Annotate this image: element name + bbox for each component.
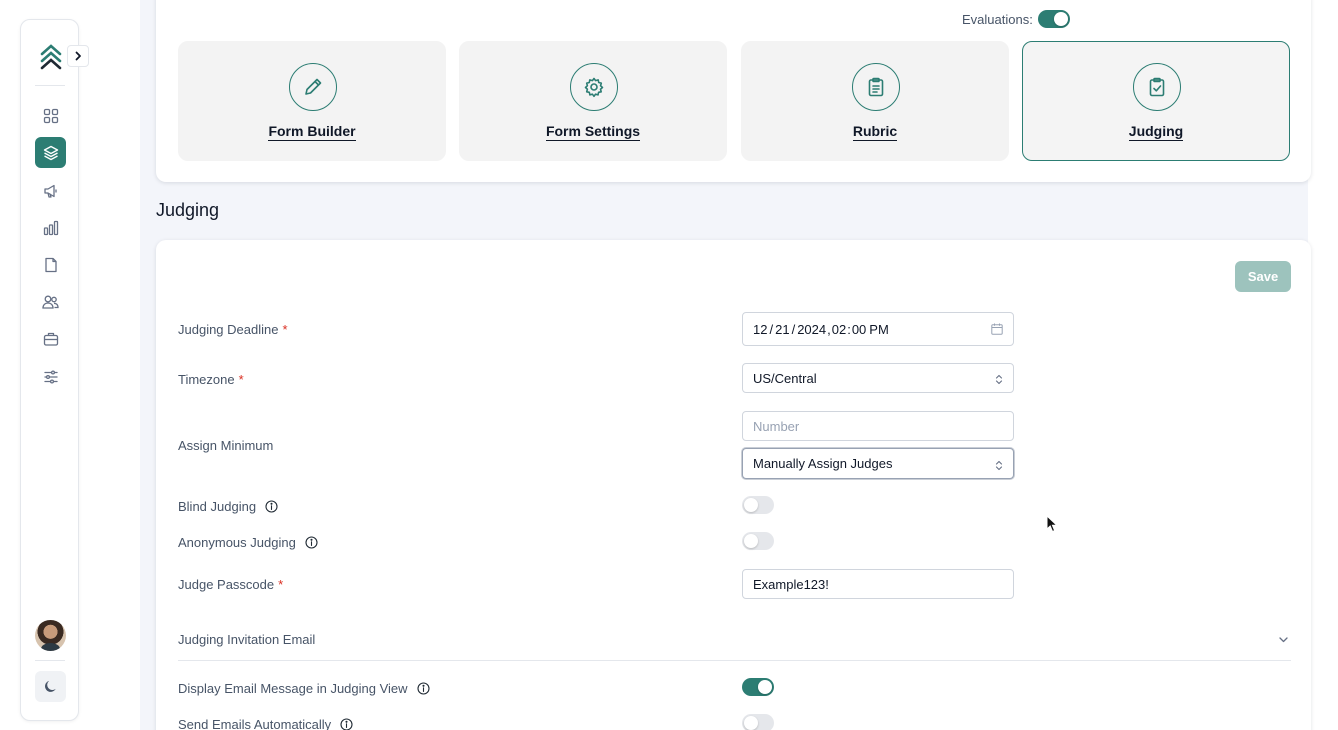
judging-settings-card bbox=[156, 240, 1311, 730]
section-title: Judging bbox=[156, 200, 220, 220]
chevron-right-icon bbox=[75, 51, 81, 61]
sidebar-item-settings[interactable] bbox=[35, 361, 66, 392]
sidebar-item-announcements[interactable] bbox=[35, 175, 66, 206]
chevron-down-icon[interactable] bbox=[1278, 632, 1289, 650]
tile-label: Form Settings bbox=[545, 123, 641, 141]
deadline-minute[interactable]: 00 bbox=[852, 322, 866, 337]
number-placeholder: Number bbox=[753, 418, 800, 434]
evaluations-label: Evaluations: bbox=[962, 12, 1033, 27]
tile-label: Form Builder bbox=[268, 123, 356, 141]
sidebar-item-reports[interactable] bbox=[35, 212, 66, 243]
info-icon[interactable] bbox=[265, 500, 278, 513]
required-mark: * bbox=[278, 577, 284, 592]
deadline-month[interactable]: 12 bbox=[753, 322, 767, 337]
theme-toggle-button[interactable] bbox=[35, 671, 66, 702]
passcode-value: Example123! bbox=[753, 576, 829, 592]
sidebar-expand-button[interactable] bbox=[67, 45, 89, 67]
display-email-label: Display Email Message in Judging View bbox=[178, 681, 430, 696]
required-mark: * bbox=[238, 372, 244, 387]
timezone-select[interactable]: US/Central bbox=[742, 363, 1014, 393]
required-mark: * bbox=[282, 322, 288, 337]
deadline-year[interactable]: 2024 bbox=[797, 322, 826, 337]
judge-passcode-input[interactable]: Example123! bbox=[742, 569, 1014, 599]
sidebar-item-users[interactable] bbox=[35, 286, 66, 317]
sidebar-item-forms[interactable] bbox=[35, 137, 66, 168]
tile-label: Rubric bbox=[852, 123, 898, 141]
app-logo[interactable] bbox=[39, 44, 63, 70]
section-divider bbox=[178, 660, 1291, 661]
anonymous-judging-label: Anonymous Judging bbox=[178, 535, 318, 550]
moon-icon bbox=[45, 680, 56, 692]
display-email-toggle[interactable] bbox=[742, 678, 774, 696]
judging-deadline-label: Judging Deadline * bbox=[178, 322, 288, 337]
sidebar-item-organization[interactable] bbox=[35, 323, 66, 354]
date-time-separator: , bbox=[827, 321, 831, 337]
sliders-icon bbox=[43, 369, 58, 384]
tile-judging[interactable]: Judging bbox=[1022, 41, 1290, 161]
megaphone-icon bbox=[43, 184, 57, 198]
invitation-email-accordion[interactable]: Judging Invitation Email bbox=[178, 632, 315, 647]
clipboard-list-icon bbox=[868, 77, 884, 97]
select-arrows-icon bbox=[995, 373, 1003, 388]
judging-deadline-datetime-input[interactable]: 12 / 21 / 2024 , 02 : 00 PM bbox=[742, 312, 1014, 346]
tile-label: Judging bbox=[1128, 123, 1184, 141]
blind-judging-label: Blind Judging bbox=[178, 499, 278, 514]
sidebar-divider-bottom bbox=[35, 660, 65, 661]
gear-icon bbox=[584, 77, 604, 98]
tile-form-settings[interactable]: Form Settings bbox=[459, 41, 727, 161]
timezone-value: US/Central bbox=[753, 370, 817, 386]
users-icon bbox=[42, 295, 59, 309]
sidebar-item-dashboard[interactable] bbox=[35, 100, 66, 131]
calendar-icon[interactable] bbox=[991, 323, 1003, 338]
dashboard-icon bbox=[43, 108, 58, 123]
bar-chart-icon bbox=[43, 220, 58, 235]
layers-icon bbox=[43, 145, 58, 160]
briefcase-icon bbox=[43, 332, 58, 346]
timezone-label: Timezone * bbox=[178, 372, 244, 387]
sidebar-item-documents[interactable] bbox=[35, 249, 66, 280]
assign-mode-value: Manually Assign Judges bbox=[753, 456, 893, 471]
sidebar bbox=[20, 19, 79, 721]
time-separator: : bbox=[847, 321, 851, 337]
document-icon bbox=[44, 257, 57, 272]
deadline-day[interactable]: 21 bbox=[775, 322, 789, 337]
assign-minimum-number-input[interactable]: Number bbox=[742, 411, 1014, 441]
info-icon[interactable] bbox=[340, 718, 353, 730]
assign-minimum-label: Assign Minimum bbox=[178, 438, 274, 453]
anonymous-judging-toggle[interactable] bbox=[742, 532, 774, 550]
deadline-ampm[interactable]: PM bbox=[869, 322, 889, 337]
mouse-cursor-icon bbox=[1046, 514, 1059, 538]
assign-mode-select[interactable]: Manually Assign Judges bbox=[742, 448, 1014, 479]
blind-judging-toggle[interactable] bbox=[742, 496, 774, 514]
tile-rubric[interactable]: Rubric bbox=[741, 41, 1009, 161]
tile-form-builder[interactable]: Form Builder bbox=[178, 41, 446, 161]
evaluations-toggle[interactable] bbox=[1038, 10, 1070, 28]
sidebar-divider bbox=[35, 85, 65, 86]
info-icon[interactable] bbox=[305, 536, 318, 549]
clipboard-check-icon bbox=[1149, 77, 1165, 97]
user-avatar[interactable] bbox=[35, 620, 66, 651]
info-icon[interactable] bbox=[416, 682, 430, 695]
send-emails-label: Send Emails Automatically bbox=[178, 717, 353, 730]
select-arrows-icon bbox=[995, 459, 1003, 474]
save-button[interactable]: Save bbox=[1235, 261, 1291, 292]
deadline-hour[interactable]: 02 bbox=[832, 322, 846, 337]
judge-passcode-label: Judge Passcode * bbox=[178, 577, 284, 592]
pencil-icon bbox=[305, 78, 322, 95]
send-emails-toggle[interactable] bbox=[742, 714, 774, 730]
date-separator: / bbox=[769, 321, 774, 337]
date-separator: / bbox=[791, 321, 796, 337]
